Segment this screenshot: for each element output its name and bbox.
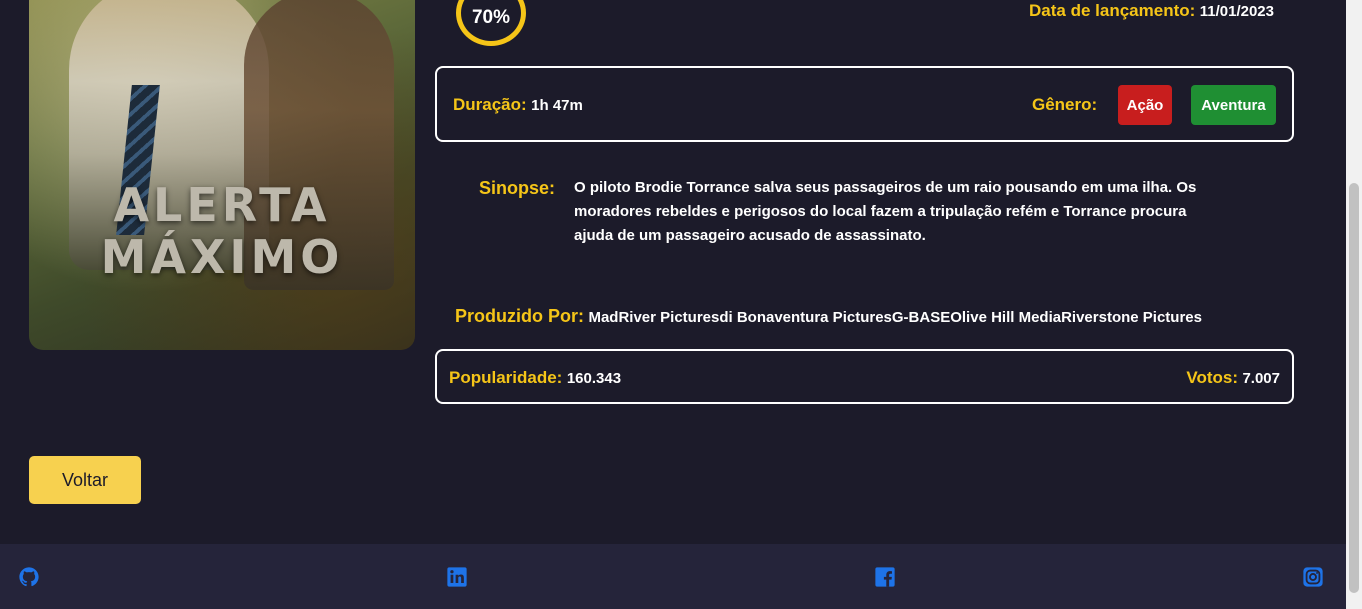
facebook-icon[interactable] xyxy=(874,566,896,588)
back-button[interactable]: Voltar xyxy=(29,456,141,504)
genre-badge-acao: Ação xyxy=(1118,85,1172,125)
poster-title-line2: MÁXIMO xyxy=(100,230,344,284)
popularity: Popularidade: 160.343 xyxy=(449,368,621,388)
scrollbar-thumb[interactable] xyxy=(1349,183,1359,593)
poster-title-line1: ALERTA xyxy=(113,178,331,232)
synopsis-label: Sinopse: xyxy=(479,178,556,198)
release-date-label: Data de lançamento: xyxy=(1029,1,1196,20)
production-companies: Produzido Por: MadRiver Picturesdi Bonav… xyxy=(455,306,1202,327)
release-date: Data de lançamento: 11/01/2023 xyxy=(1029,1,1274,21)
production-label: Produzido Por: xyxy=(455,306,584,326)
movie-poster: ALERTA MÁXIMO xyxy=(29,0,415,350)
stats-box: Popularidade: 160.343 Votos: 7.007 xyxy=(435,349,1294,404)
duration: Duração: 1h 47m xyxy=(453,95,583,115)
rating-value: 70% xyxy=(471,7,511,28)
release-date-value: 11/01/2023 xyxy=(1199,3,1274,20)
votes: Votos: 7.007 xyxy=(1186,368,1280,388)
page-scrollbar[interactable] xyxy=(1346,0,1362,609)
popularity-value: 160.343 xyxy=(566,370,622,387)
github-icon[interactable] xyxy=(18,566,40,588)
linkedin-icon[interactable] xyxy=(446,566,468,588)
genre-badge-aventura: Aventura xyxy=(1191,85,1276,125)
details-box: Duração: 1h 47m Gênero: Ação Aventura xyxy=(435,66,1294,142)
duration-label: Duração: xyxy=(453,95,527,114)
instagram-icon[interactable] xyxy=(1302,566,1324,588)
synopsis-text: O piloto Brodie Torrance salva seus pass… xyxy=(574,179,1197,244)
genre-label: Gênero: xyxy=(1032,95,1098,114)
votes-label: Votos: xyxy=(1186,368,1238,387)
rating-circle: 70% xyxy=(456,0,526,46)
footer xyxy=(0,544,1346,609)
popularity-label: Popularidade: xyxy=(449,368,563,387)
production-value: MadRiver Picturesdi Bonaventura Pictures… xyxy=(588,309,1202,326)
movie-details: ALERTA MÁXIMO 70% Data de lançamento: 11… xyxy=(0,0,1346,544)
votes-value: 7.007 xyxy=(1242,370,1280,387)
duration-value: 1h 47m xyxy=(531,97,583,114)
